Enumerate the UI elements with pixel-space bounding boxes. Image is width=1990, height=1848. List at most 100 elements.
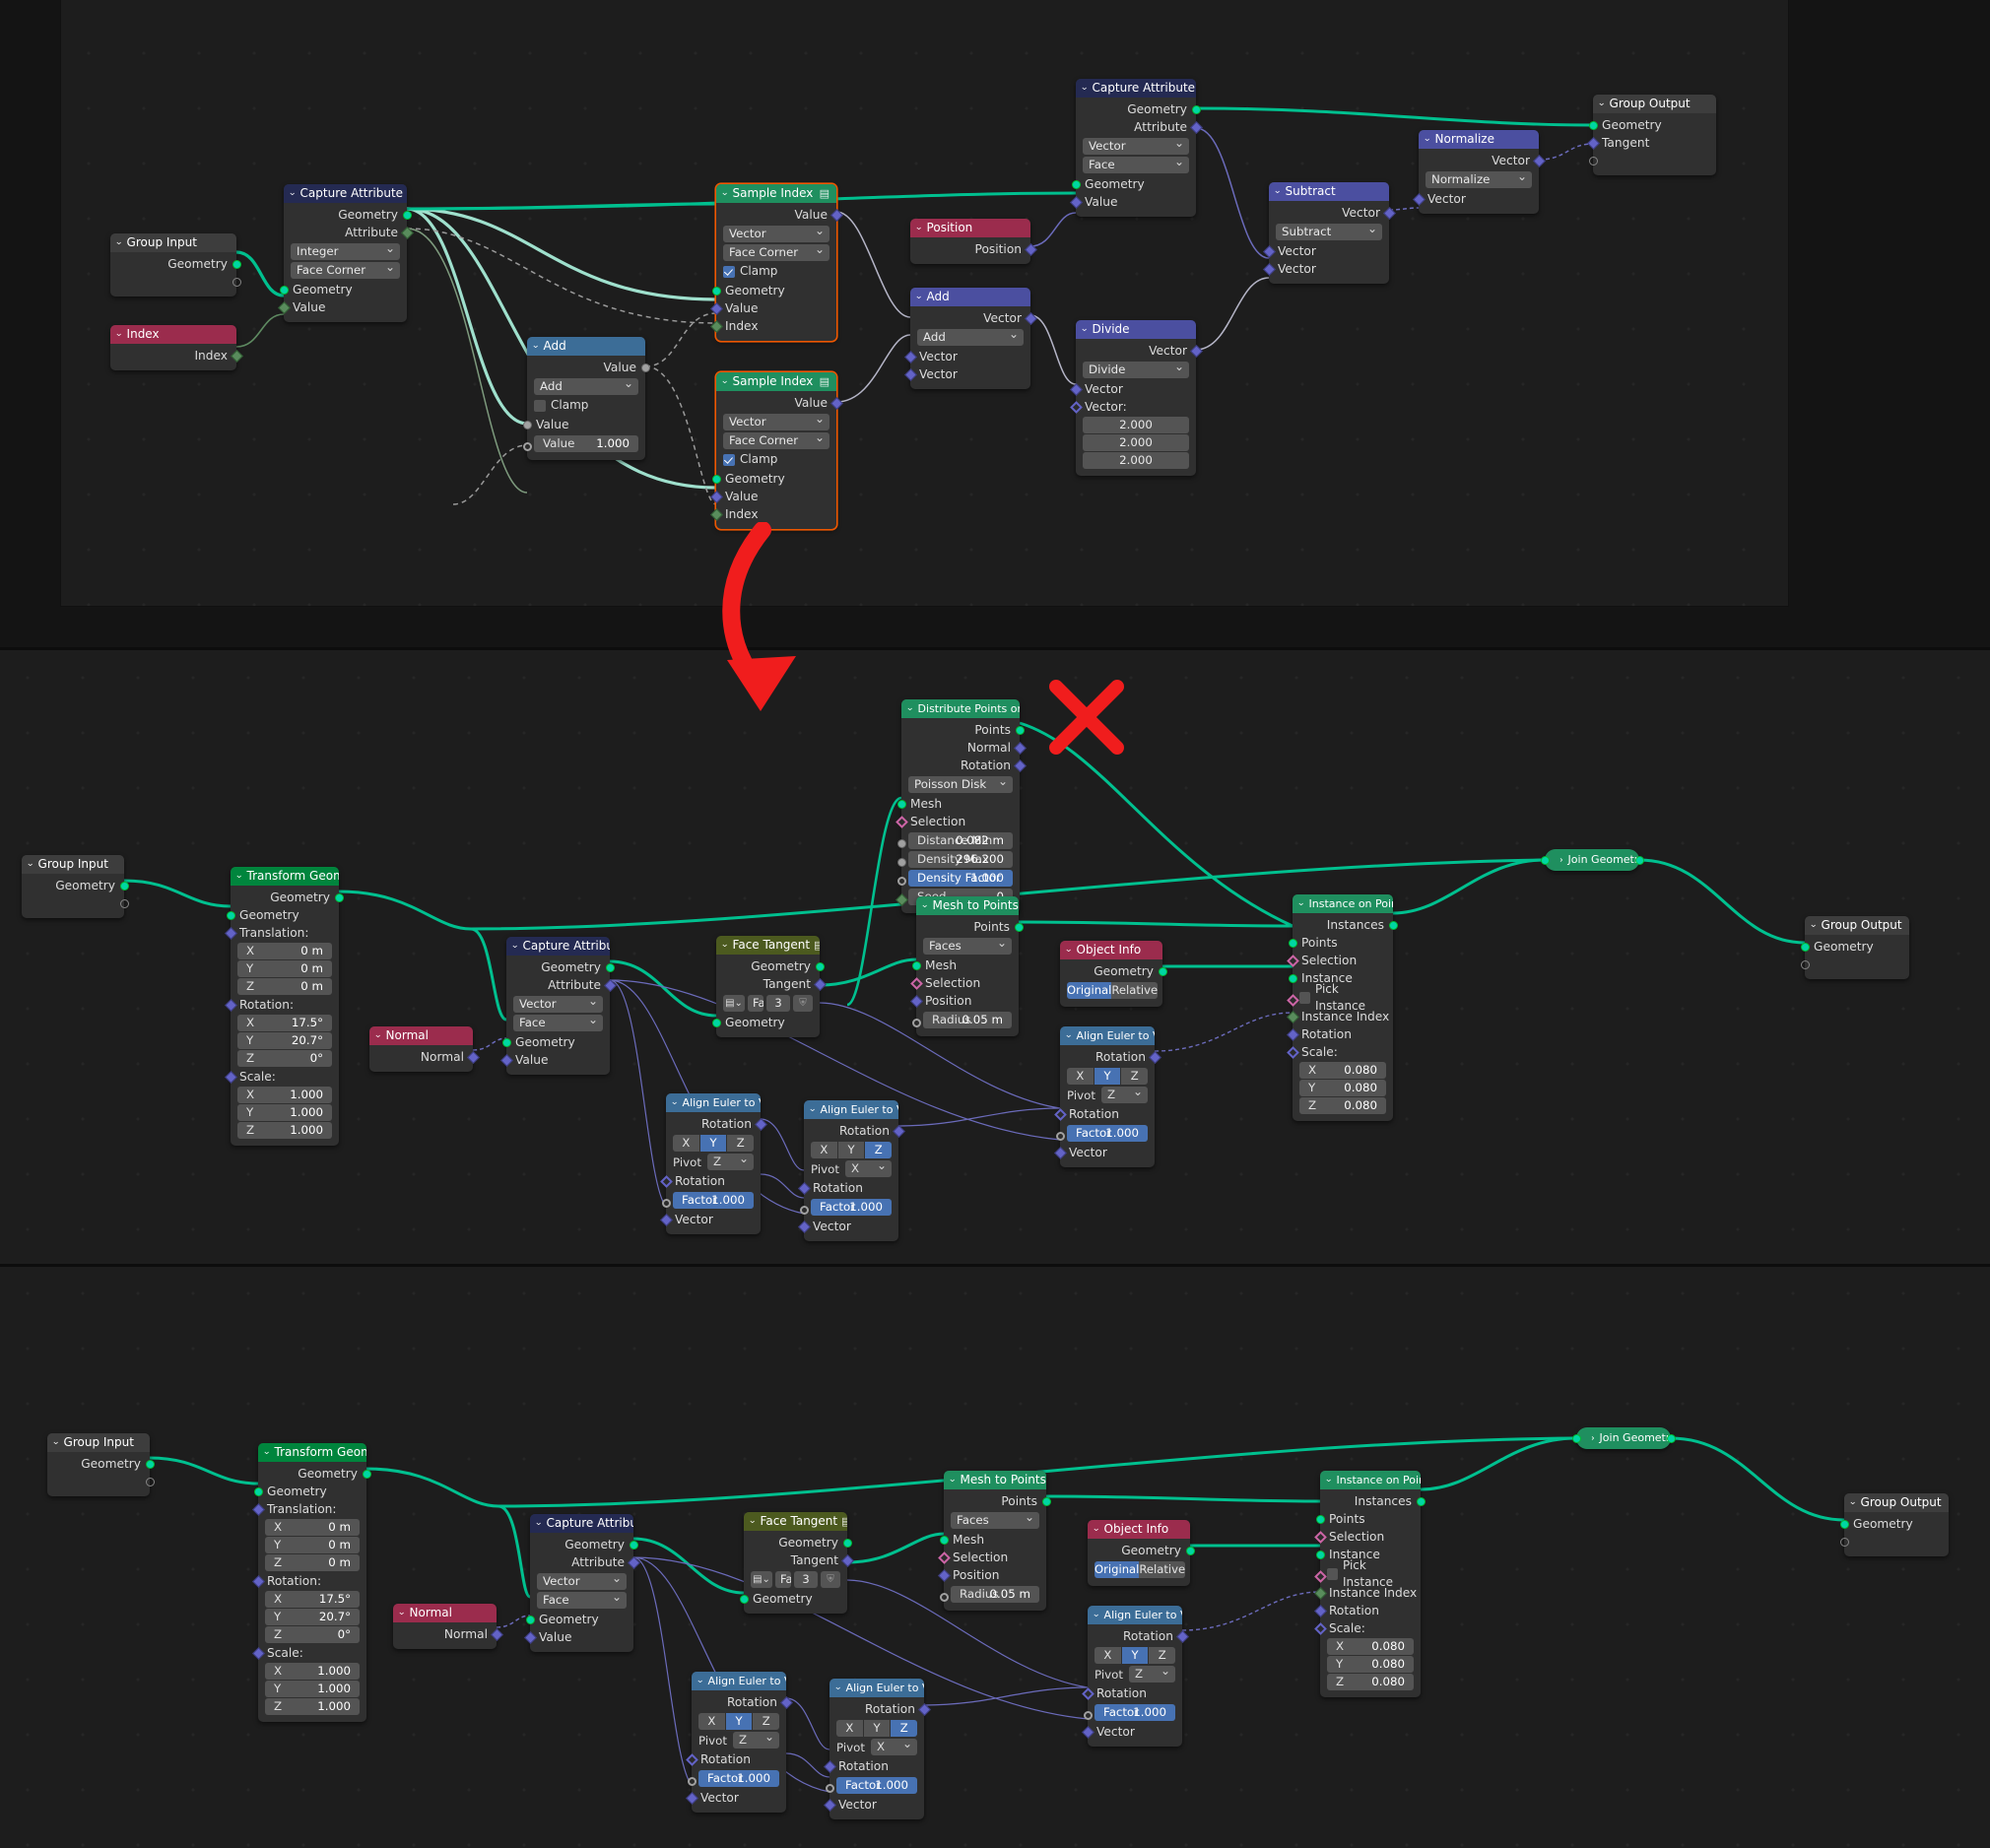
- socket-row-vector-in[interactable]: Vector: [1053, 1144, 1155, 1161]
- socket-row-vector-in-2[interactable]: Vector: [1262, 260, 1389, 278]
- socket-row-geometry-in[interactable]: Geometry: [279, 281, 407, 298]
- segment-relative[interactable]: Relative: [1139, 1561, 1186, 1578]
- chevron-down-icon[interactable]: ⌄: [1080, 79, 1089, 98]
- factor-field[interactable]: Factor 1.000: [1067, 1125, 1148, 1142]
- node-header[interactable]: ⌄Capture Attribute: [1076, 79, 1196, 98]
- pick-instance-checkbox-row[interactable]: Pick Instance: [1327, 1558, 1414, 1589]
- socket-row-scale[interactable]: Scale:: [251, 1644, 366, 1662]
- socket-rotation[interactable]: [659, 1174, 673, 1188]
- socket-geometry[interactable]: [1185, 1546, 1195, 1555]
- socket-row-rotation-in[interactable]: Rotation: [1081, 1684, 1182, 1702]
- socket-vector[interactable]: [685, 1791, 698, 1805]
- socket-points[interactable]: [1014, 922, 1024, 932]
- socket-row-rotation-in[interactable]: Rotation: [1313, 1602, 1421, 1619]
- field-value[interactable]: 0.082 m: [956, 832, 1004, 849]
- axis-x[interactable]: X: [673, 1135, 699, 1152]
- field-value[interactable]: 0.080: [1344, 1097, 1377, 1114]
- chevron-down-icon[interactable]: ⌄: [114, 233, 123, 252]
- socket-factor[interactable]: [661, 1198, 671, 1208]
- socket-row-vector-in-1[interactable]: Vector: [1069, 380, 1196, 398]
- rotation-y[interactable]: Y 20.7°: [265, 1609, 360, 1625]
- socket-value[interactable]: [522, 420, 532, 429]
- socket-virtual[interactable]: [1588, 156, 1598, 165]
- socket-row-instance-index-in[interactable]: Instance Index: [1313, 1584, 1421, 1602]
- node-header[interactable]: ⌄Align Euler to Vector: [666, 1093, 761, 1112]
- socket-row-geometry-out[interactable]: Geometry: [22, 877, 129, 894]
- pivot-row[interactable]: Pivot X: [836, 1736, 917, 1755]
- chevron-down-icon[interactable]: ⌄: [288, 184, 297, 203]
- socket-row-index-in[interactable]: Index: [709, 317, 836, 335]
- axis-toggle[interactable]: X Y Z: [673, 1135, 755, 1152]
- socket-row-points-out[interactable]: Points: [916, 918, 1024, 936]
- node-capture-attribute-top-right[interactable]: ⌄ Capture Attribute Geometry Attribute Ve…: [1069, 79, 1203, 217]
- axis-x[interactable]: X: [836, 1720, 863, 1737]
- chevron-down-icon[interactable]: ⌄: [748, 1512, 757, 1531]
- pivot-dropdown[interactable]: Z: [1100, 1084, 1148, 1103]
- axis-z[interactable]: Z: [1121, 1068, 1149, 1085]
- scale-y[interactable]: Y 0.080: [1327, 1656, 1414, 1673]
- chevron-down-icon[interactable]: ⌄: [51, 1433, 60, 1452]
- axis-y[interactable]: Y: [1121, 1647, 1149, 1664]
- socket-row-mesh-in[interactable]: Mesh: [939, 1531, 1046, 1549]
- socket-points[interactable]: [1015, 725, 1025, 735]
- scale-z[interactable]: Z 0.080: [1327, 1674, 1414, 1690]
- node-header[interactable]: ⌄ Face Tangent ▤: [744, 1512, 847, 1531]
- node-header[interactable]: ⌄Join Geometry‖: [1576, 1427, 1671, 1449]
- chevron-down-icon[interactable]: ⌄: [531, 337, 540, 356]
- field-value[interactable]: 1.000: [875, 1777, 908, 1794]
- chevron-down-icon[interactable]: ⌄: [920, 896, 929, 915]
- node-header[interactable]: ⌄ Sample Index ▤: [716, 372, 836, 391]
- socket-row-rotation-in[interactable]: Rotation: [1053, 1105, 1155, 1123]
- socket-factor[interactable]: [799, 1205, 809, 1215]
- factor-field[interactable]: Factor 1.000: [811, 1199, 892, 1216]
- node-group-input-bot[interactable]: ⌄ Group Input Geometry: [47, 1433, 155, 1496]
- node-instance-on-points-bot[interactable]: ⌄Instance on Points Instances Points Sel…: [1313, 1471, 1426, 1697]
- socket-tangent[interactable]: [813, 977, 827, 991]
- factor-field[interactable]: Factor 1.000: [698, 1770, 779, 1787]
- socket-selection[interactable]: [1286, 954, 1299, 967]
- nodegroup-name[interactable]: Face...: [748, 995, 763, 1012]
- field-value[interactable]: 1.000: [290, 1104, 323, 1121]
- socket-geometry[interactable]: [253, 1486, 263, 1496]
- axis-toggle[interactable]: X Y Z: [1067, 1068, 1149, 1085]
- vector-y-field[interactable]: 2.000: [1083, 434, 1189, 451]
- rotation-z[interactable]: Z 0°: [237, 1050, 332, 1067]
- socket-scale[interactable]: [224, 1070, 237, 1084]
- density-max-field[interactable]: Density Max 296.200: [908, 851, 1013, 868]
- value-field[interactable]: Value 1.000: [534, 435, 638, 452]
- domain-dropdown[interactable]: Face: [537, 1589, 627, 1609]
- nodetree-icon[interactable]: ▤⌄: [723, 995, 745, 1012]
- axis-x[interactable]: X: [1067, 1068, 1094, 1085]
- socket-row-rotation-out[interactable]: Rotation: [804, 1122, 905, 1140]
- socket-row-rotation-out[interactable]: Rotation: [901, 757, 1027, 774]
- socket-row-tangent-out[interactable]: Tangent: [716, 975, 827, 993]
- field-value[interactable]: 1.000: [290, 1122, 323, 1139]
- field-value[interactable]: 1.000: [1133, 1704, 1166, 1721]
- node-sample-index-top[interactable]: ⌄Sample Index ▤ Value Vector Face Corner …: [709, 184, 843, 341]
- scale-y[interactable]: Y 1.000: [265, 1681, 360, 1697]
- pivot-row[interactable]: Pivot Z: [673, 1151, 754, 1170]
- socket-mesh[interactable]: [911, 960, 921, 970]
- scale-x[interactable]: X 1.000: [237, 1087, 332, 1103]
- socket-row-points-out[interactable]: Points: [944, 1492, 1051, 1510]
- socket-row-instances-out[interactable]: Instances: [1293, 916, 1398, 934]
- socket-instance[interactable]: [1288, 973, 1297, 983]
- node-group-input-mid[interactable]: ⌄ Group Input Geometry: [22, 855, 129, 918]
- socket-row-tangent-out[interactable]: Tangent: [744, 1551, 854, 1569]
- socket-row-mesh-in[interactable]: Mesh: [896, 795, 1020, 813]
- segment-original[interactable]: Original: [1094, 1561, 1140, 1578]
- socket-translation[interactable]: [224, 926, 237, 940]
- node-editor-panel-top[interactable]: ⌄ Group Input Geometry ⌄ Index Index ⌄ Capt…: [0, 0, 1990, 650]
- socket-geometry[interactable]: [362, 1469, 371, 1479]
- socket-rotation[interactable]: [1286, 1027, 1299, 1041]
- socket-selection[interactable]: [937, 1551, 951, 1564]
- field-value[interactable]: 0.080: [1371, 1638, 1405, 1655]
- socket-vector[interactable]: [1053, 1146, 1067, 1159]
- chevron-down-icon[interactable]: ⌄: [808, 1100, 817, 1119]
- socket-position[interactable]: [937, 1568, 951, 1582]
- node-object-info-mid[interactable]: ⌄ Object Info Geometry Original Relative: [1060, 941, 1167, 1007]
- datatype-dropdown[interactable]: Vector: [723, 411, 829, 430]
- node-group-selector-row[interactable]: ▤⌄ Face... 3 ⛨: [723, 995, 813, 1012]
- chevron-down-icon[interactable]: ⌄: [914, 288, 923, 306]
- socket-row-vector-in[interactable]: Vector: [823, 1796, 924, 1814]
